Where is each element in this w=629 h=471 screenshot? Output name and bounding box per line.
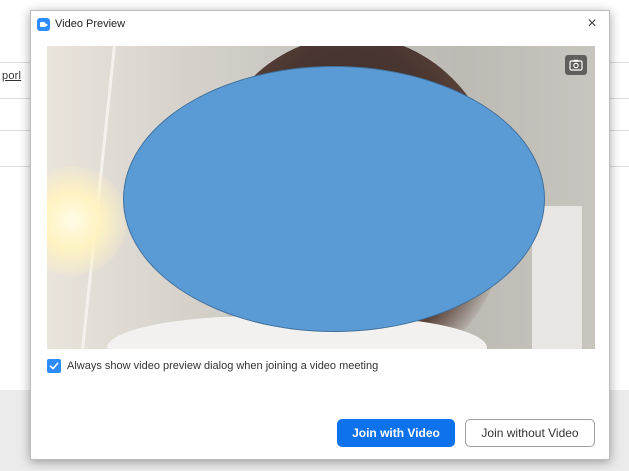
dialog-title: Video Preview — [55, 18, 126, 30]
join-without-video-button[interactable]: Join without Video — [465, 419, 595, 447]
video-preview-dialog: Video Preview × Always show video previe… — [30, 10, 610, 460]
always-show-preview-label: Always show video preview dialog when jo… — [67, 360, 379, 372]
video-preview — [47, 46, 595, 349]
privacy-redaction-ellipse — [123, 66, 545, 332]
join-with-video-button[interactable]: Join with Video — [337, 419, 455, 447]
check-icon — [49, 362, 59, 370]
video-lamp-glow — [47, 166, 127, 276]
zoom-app-icon — [37, 18, 50, 31]
camera-switch-button[interactable] — [565, 55, 587, 75]
background-link[interactable]: porl — [2, 70, 21, 82]
always-show-preview-checkbox[interactable] — [47, 359, 61, 373]
dialog-titlebar[interactable]: Video Preview × — [31, 11, 609, 39]
camera-switch-icon — [569, 59, 583, 71]
close-button[interactable]: × — [581, 13, 603, 35]
